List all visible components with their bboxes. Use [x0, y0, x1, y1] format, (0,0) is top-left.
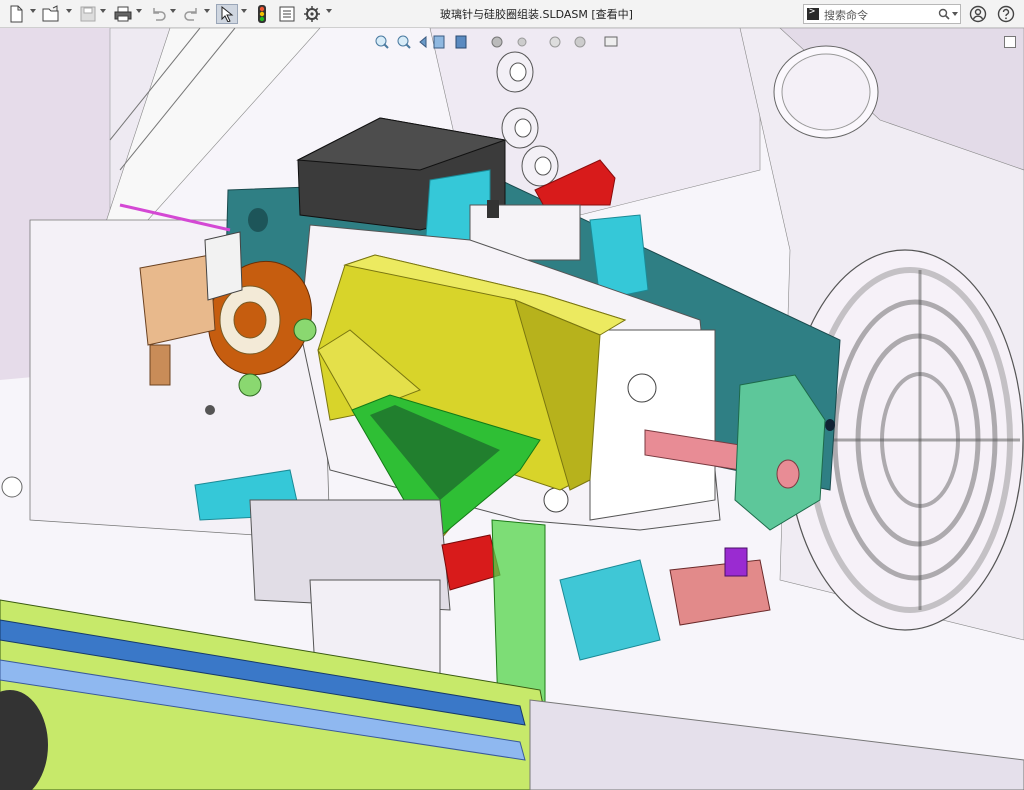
undo-button[interactable] — [148, 4, 168, 24]
title-bar: 玻璃针与硅胶圈组装.SLDASM [查看中] > 搜索命令 — [0, 0, 1024, 28]
print-icon — [114, 6, 132, 22]
search-icon[interactable] — [938, 8, 950, 20]
chevron-down-icon[interactable] — [241, 9, 247, 13]
undo-icon — [153, 8, 166, 21]
traffic-light-icon — [258, 5, 266, 23]
model-viewport-svg[interactable] — [0, 28, 1024, 790]
search-commands-field[interactable]: > 搜索命令 — [803, 4, 961, 24]
help-icon — [997, 5, 1015, 23]
restore-viewport-icon[interactable] — [1004, 36, 1016, 48]
file-properties-button[interactable] — [277, 4, 297, 24]
rebuild-button[interactable] — [253, 4, 271, 24]
chevron-down-icon[interactable] — [30, 9, 36, 13]
chevron-down-icon[interactable] — [136, 9, 142, 13]
section-view-icon[interactable] — [433, 35, 445, 49]
chevron-down-icon[interactable] — [952, 12, 958, 16]
chevron-down-icon[interactable] — [326, 9, 332, 13]
open-file-button[interactable] — [40, 4, 62, 24]
chevron-down-icon[interactable] — [100, 9, 106, 13]
chevron-down-icon[interactable] — [204, 9, 210, 13]
gear-icon — [304, 6, 320, 22]
search-input[interactable]: 搜索命令 — [824, 7, 868, 23]
redo-icon — [184, 8, 197, 21]
view-settings-icon[interactable] — [604, 36, 618, 47]
previous-view-icon[interactable] — [419, 35, 427, 49]
edit-appearance-icon[interactable] — [549, 36, 561, 48]
apply-scene-icon[interactable] — [574, 36, 586, 48]
zoom-to-fit-icon[interactable] — [375, 35, 389, 49]
file-properties-icon — [279, 6, 295, 22]
save-button[interactable] — [78, 4, 98, 24]
chevron-down-icon[interactable] — [170, 9, 176, 13]
options-button[interactable] — [302, 4, 322, 24]
open-folder-icon — [42, 5, 59, 22]
hide-show-icon[interactable] — [517, 37, 527, 47]
zoom-area-icon[interactable] — [397, 35, 411, 49]
display-style-icon[interactable] — [491, 36, 503, 48]
account-button[interactable] — [968, 4, 988, 24]
command-prompt-icon: > — [807, 6, 819, 20]
user-icon — [969, 5, 987, 23]
heads-up-view-toolbar — [372, 33, 632, 51]
graphics-area[interactable] — [0, 28, 1024, 790]
new-document-button[interactable] — [6, 4, 26, 24]
chevron-down-icon[interactable] — [66, 9, 72, 13]
save-icon — [80, 6, 96, 22]
select-button[interactable] — [216, 4, 238, 24]
redo-button[interactable] — [182, 4, 202, 24]
view-orientation-icon[interactable] — [455, 35, 467, 49]
print-button[interactable] — [112, 4, 134, 24]
help-button[interactable] — [996, 4, 1016, 24]
window-title: 玻璃针与硅胶圈组装.SLDASM [查看中] — [440, 8, 633, 21]
new-document-icon — [10, 5, 23, 23]
select-arrow-icon — [221, 6, 234, 22]
